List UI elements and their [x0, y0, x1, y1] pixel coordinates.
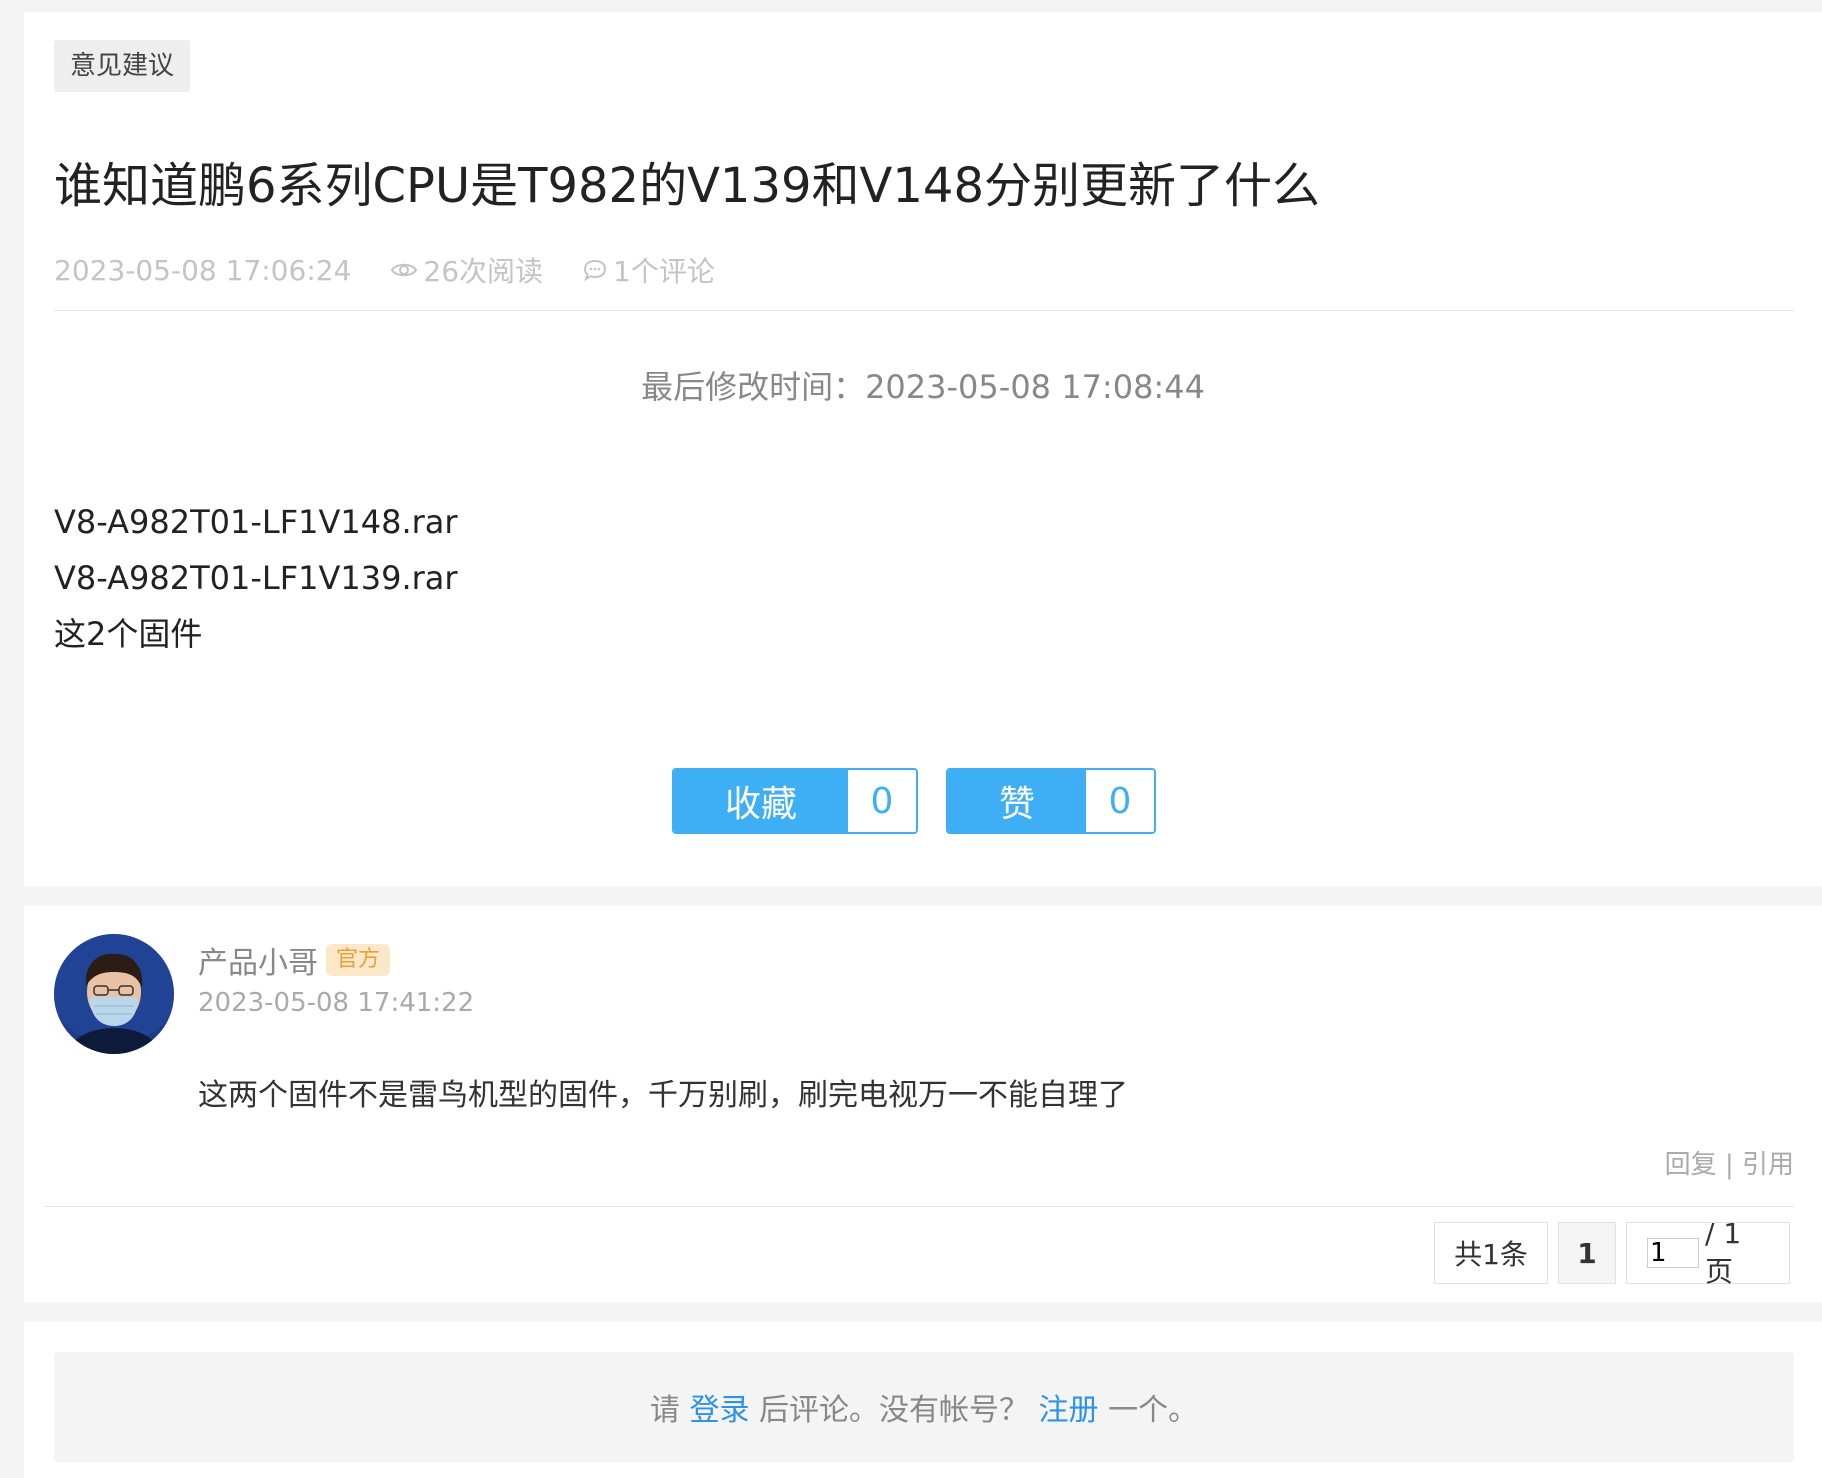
comment-count: 1个评论 — [583, 250, 715, 290]
pagination-jump: / 1页 — [1626, 1217, 1790, 1288]
post-date: 2023-05-08 17:06:24 — [54, 253, 352, 287]
login-prompt: 请 登录 后评论。没有帐号？ 注册 一个。 — [54, 1352, 1794, 1462]
pagination: 共1条 1 / 1页 — [1424, 1217, 1790, 1288]
avatar-image — [54, 934, 174, 1054]
post-body-line: 这2个固件 — [54, 615, 203, 653]
pagination-total: 共1条 — [1434, 1222, 1548, 1284]
like-label: 赞 — [948, 770, 1086, 832]
login-prefix: 请 — [649, 1393, 690, 1428]
author-name[interactable]: 产品小哥 — [198, 938, 318, 982]
comment-actions: 回复 | 引用 — [1665, 1144, 1794, 1181]
post-body-line: V8-A982T01-LF1V139.rar — [54, 559, 458, 597]
like-button[interactable]: 赞 0 — [946, 768, 1156, 834]
pagination-page-1[interactable]: 1 — [1558, 1222, 1616, 1284]
post-title: 谁知道鹏6系列CPU是T982的V139和V148分别更新了什么 — [54, 158, 1320, 214]
login-card: 请 登录 后评论。没有帐号？ 注册 一个。 — [24, 1322, 1822, 1478]
post-meta: 2023-05-08 17:06:24 26次阅读 1个评论 — [54, 250, 1794, 311]
comment-time: 2023-05-08 17:41:22 — [198, 988, 475, 1018]
action-separator: | — [1724, 1150, 1734, 1180]
chat-bubble-icon — [584, 259, 607, 281]
favorite-label: 收藏 — [674, 770, 848, 832]
login-middle: 后评论。没有帐号？ — [749, 1393, 1039, 1428]
comment-count-label: 1个评论 — [613, 255, 715, 288]
page-suffix: / 1页 — [1705, 1216, 1742, 1288]
divider — [44, 1206, 1794, 1207]
like-count: 0 — [1086, 770, 1154, 832]
view-count: 26次阅读 — [391, 250, 543, 290]
comments-card: 产品小哥 官方 2023-05-08 17:41:22 这两个固件不是雷鸟机型的… — [24, 906, 1822, 1302]
avatar[interactable] — [54, 934, 174, 1054]
post-card: 意见建议 谁知道鹏6系列CPU是T982的V139和V148分别更新了什么 20… — [24, 12, 1822, 886]
reply-link[interactable]: 回复 — [1665, 1150, 1717, 1180]
official-badge: 官方 — [326, 944, 391, 976]
favorite-button[interactable]: 收藏 0 — [672, 768, 918, 834]
comment-author: 产品小哥 官方 — [198, 938, 391, 982]
favorite-count: 0 — [848, 770, 916, 832]
last-modified: 最后修改时间：2023-05-08 17:08:44 — [641, 368, 1205, 406]
category-tag[interactable]: 意见建议 — [54, 40, 191, 92]
page-jump-input[interactable] — [1647, 1238, 1699, 1268]
view-count-label: 26次阅读 — [423, 255, 544, 288]
login-suffix: 一个。 — [1098, 1393, 1199, 1428]
post-body: V8-A982T01-LF1V148.rar V8-A982T01-LF1V13… — [54, 494, 458, 662]
eye-icon — [391, 263, 418, 277]
comment-text: 这两个固件不是雷鸟机型的固件，千万别刷，刷完电视万一不能自理了 — [198, 1078, 1128, 1113]
quote-link[interactable]: 引用 — [1742, 1150, 1794, 1180]
post-body-line: V8-A982T01-LF1V148.rar — [54, 503, 458, 541]
register-link[interactable]: 注册 — [1039, 1385, 1099, 1429]
login-link[interactable]: 登录 — [689, 1385, 749, 1429]
